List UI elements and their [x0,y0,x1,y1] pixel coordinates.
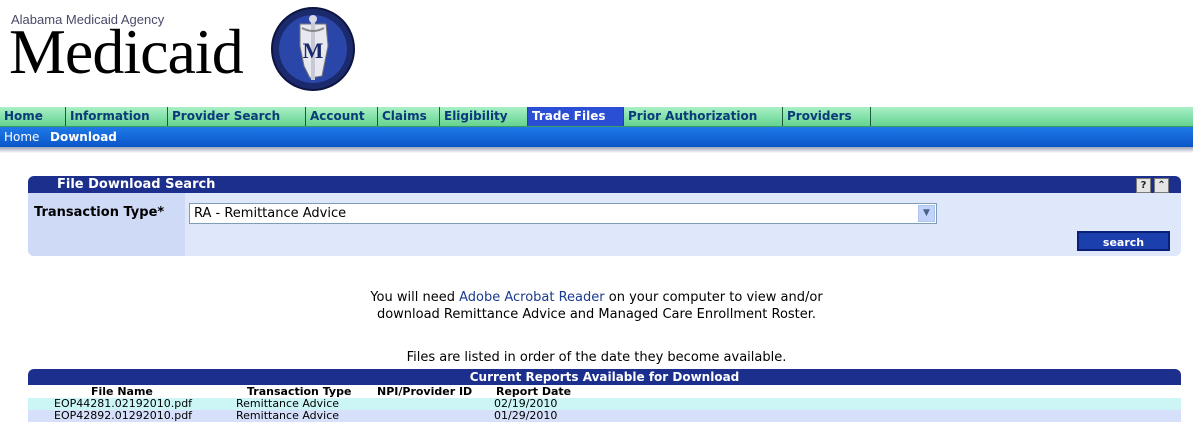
acrobat-notice-line1: You will need Adobe Acrobat Reader on yo… [0,290,1193,306]
nav-item-home[interactable]: Home [0,107,66,126]
svg-text:M: M [303,38,324,63]
transaction-type-select[interactable]: RA - Remittance Advice ▼ [189,203,937,224]
notice-pre: You will need [370,290,460,305]
medicaid-seal-icon: M [271,7,355,91]
subnav-download-link[interactable]: Download [50,127,117,147]
col-npi-provider-id: NPI/Provider ID [377,385,473,398]
file-link[interactable]: EOP42892.01292010.pdf [54,410,192,422]
subnav-home-link[interactable]: Home [4,127,39,147]
notice-post: on your computer to view and/or [604,290,823,305]
table-header-row: File Name Transaction Type NPI/Provider … [28,385,1181,398]
file-download-search-panel: File Download Search ? ⌃ Transaction Typ… [28,176,1181,256]
nav-item-providers[interactable]: Providers [783,107,871,126]
nav-item-eligibility[interactable]: Eligibility [440,107,528,126]
nav-item-account[interactable]: Account [306,107,378,126]
collapse-icon[interactable]: ⌃ [1154,178,1169,193]
medicaid-logo-text: Medicaid [9,16,244,87]
nav-shadow [0,147,1193,153]
transaction-type-label: Transaction Type* [34,205,165,220]
help-icon[interactable]: ? [1136,178,1151,193]
transaction-type-value: RA - Remittance Advice [194,206,347,221]
sub-nav: Home Download [0,127,1193,147]
site-header: Alabama Medicaid Agency Medicaid M [0,0,1193,100]
adobe-acrobat-link[interactable]: Adobe Acrobat Reader [459,290,605,305]
file-order-note: Files are listed in order of the date th… [406,350,787,365]
nav-item-provider-search[interactable]: Provider Search [168,107,306,126]
panel-header: File Download Search ? ⌃ [28,176,1181,193]
main-nav: Home Information Provider Search Account Cla… [0,107,1193,127]
chevron-down-icon[interactable]: ▼ [918,205,935,222]
search-button[interactable]: search [1077,231,1170,251]
nav-item-claims[interactable]: Claims [378,107,440,126]
reports-table-title: Current Reports Available for Download [28,369,1181,385]
transaction-type-cell: Remittance Advice [236,409,340,422]
nav-item-prior-authorization[interactable]: Prior Authorization [624,107,783,126]
nav-item-information[interactable]: Information [66,107,168,126]
table-row: EOP44281.02192010.pdf Remittance Advice … [28,398,1181,410]
report-date-cell: 01/29/2010 [494,409,558,422]
label-column [28,193,185,256]
panel-title: File Download Search [57,177,216,192]
table-row: EOP42892.01292010.pdf Remittance Advice … [28,410,1181,422]
acrobat-notice-line2: download Remittance Advice and Managed C… [376,307,817,322]
nav-item-trade-files[interactable]: Trade Files [528,107,624,126]
reports-table: Current Reports Available for Download F… [28,369,1181,422]
